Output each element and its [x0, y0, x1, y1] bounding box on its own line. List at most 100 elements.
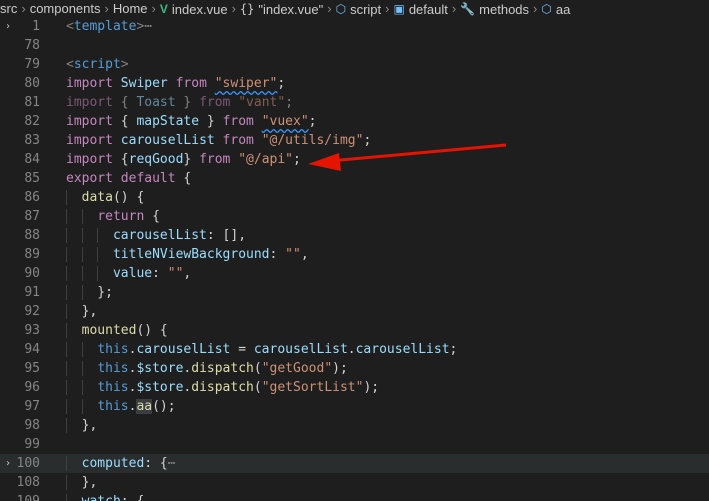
- code-line[interactable]: 89 titleNViewBackground: "",: [0, 245, 709, 264]
- line-number: 83: [24, 133, 40, 149]
- breadcrumb: src › components › Home › Vindex.vue ›{} "index.…: [0, 0, 709, 17]
- breadcrumb-separator-icon: ›: [21, 1, 26, 16]
- code-line[interactable]: 97 this.aa();: [0, 397, 709, 416]
- code-text: };: [66, 285, 709, 301]
- code-text: <script>: [66, 57, 709, 72]
- fold-chevron-icon[interactable]: ›: [0, 458, 16, 469]
- code-token: Toast: [136, 95, 176, 111]
- line-number: 78: [24, 38, 40, 54]
- code-line[interactable]: 83 import carouselList from "@/utils/img"…: [0, 131, 709, 150]
- code-line[interactable]: 78: [0, 36, 709, 55]
- code-line[interactable]: 96 this.$store.dispatch("getSortList");: [0, 378, 709, 397]
- code-line[interactable]: 92 },: [0, 302, 709, 321]
- breadcrumb-label: index.vue: [171, 2, 228, 17]
- code-line[interactable]: 95 this.$store.dispatch("getGood");: [0, 359, 709, 378]
- breadcrumb-separator-icon: ›: [533, 1, 538, 16]
- code-token: ;: [277, 76, 286, 92]
- line-number: 82: [24, 114, 40, 130]
- code-token: }: [183, 152, 200, 168]
- line-number: 80: [24, 76, 40, 92]
- breadcrumb-separator-icon: ›: [451, 1, 457, 16]
- breadcrumb-item[interactable]: ⬡ script: [336, 1, 382, 17]
- code-token: },: [66, 475, 98, 491]
- indent-guide: [66, 342, 67, 358]
- code-token: () {: [112, 190, 145, 206]
- code-token: "@/utils/img": [261, 133, 364, 149]
- code-token: "vant": [238, 95, 286, 111]
- code-token: {: [112, 152, 129, 168]
- code-line[interactable]: 84 import {reqGood} from "@/api";: [0, 150, 709, 169]
- code-line[interactable]: 87 return {: [0, 207, 709, 226]
- line-number: 96: [24, 380, 40, 396]
- code-token: this: [97, 380, 129, 396]
- code-token: aa: [136, 399, 153, 415]
- breadcrumb-item[interactable]: 🔧 methods: [460, 1, 529, 17]
- indent-guide: [81, 380, 83, 396]
- breadcrumb-item[interactable]: components: [30, 0, 101, 17]
- indent-guide: [66, 266, 67, 282]
- code-text: <template>⋯: [66, 19, 709, 34]
- code-token: watch: [82, 494, 121, 501]
- line-number: 98: [24, 418, 40, 434]
- breadcrumb-label: default: [408, 2, 448, 17]
- code-editor[interactable]: › 1 <template>⋯ 78 79 <script> 80 import Swiper…: [0, 17, 709, 501]
- fold-chevron-icon[interactable]: ⌄: [0, 496, 16, 501]
- code-token: "getGood": [261, 361, 333, 377]
- breadcrumb-item[interactable]: Home: [113, 0, 148, 17]
- code-line[interactable]: 91 };: [0, 283, 709, 302]
- code-line[interactable]: 79 <script>: [0, 55, 709, 74]
- code-text: this.$store.dispatch("getSortList");: [66, 380, 709, 396]
- code-line[interactable]: 94 this.carouselList = carouselList.caro…: [0, 340, 709, 359]
- code-line[interactable]: 81 import { Toast } from "vant";: [0, 93, 709, 112]
- indent-guide: [66, 418, 67, 434]
- code-line[interactable]: 108 },: [0, 473, 709, 492]
- breadcrumb-item[interactable]: ▣ default: [393, 1, 447, 17]
- module-icon: ▣: [393, 2, 405, 16]
- code-line[interactable]: 85 export default {: [0, 169, 709, 188]
- indent-guide: [66, 209, 67, 225]
- code-text: carouselList: [],: [66, 228, 709, 244]
- breadcrumb-item[interactable]: src: [0, 0, 17, 17]
- code-text: this.carouselList = carouselList.carouse…: [66, 342, 709, 358]
- code-token: carouselList: [120, 133, 215, 149]
- indent-guide: [66, 285, 67, 301]
- line-number: 100: [16, 456, 40, 472]
- code-line[interactable]: 88 carouselList: [],: [0, 226, 709, 245]
- code-token: ;: [285, 95, 294, 111]
- code-token: carouselList: [355, 342, 450, 358]
- code-line[interactable]: 98 },: [0, 416, 709, 435]
- breadcrumb-separator-icon: ›: [385, 1, 390, 16]
- code-line[interactable]: 80 import Swiper from "swiper";: [0, 74, 709, 93]
- indent-guide: [66, 190, 67, 206]
- breadcrumb-item[interactable]: {} "index.vue": [240, 1, 323, 17]
- code-line[interactable]: ⌄109 watch: {: [0, 492, 709, 501]
- line-number: 85: [24, 171, 40, 187]
- breadcrumb-item[interactable]: ⬡ aa: [541, 1, 570, 17]
- code-token: "vuex": [261, 114, 309, 130]
- fold-chevron-icon[interactable]: ›: [0, 21, 16, 32]
- code-token: carouselList: [253, 342, 348, 358]
- code-line[interactable]: › 100 computed: {⋯: [0, 454, 709, 474]
- code-token: :: [269, 247, 286, 263]
- line-number: 87: [24, 209, 40, 225]
- code-token: >: [120, 57, 129, 73]
- code-text: computed: {⋯: [66, 456, 709, 472]
- code-line[interactable]: 82 import { mapState } from "vuex";: [0, 112, 709, 131]
- code-text: return {: [66, 209, 709, 225]
- indent-guide: [66, 494, 67, 501]
- code-token: from: [199, 152, 231, 168]
- line-number: 90: [24, 266, 40, 282]
- code-line[interactable]: 86 data() {: [0, 188, 709, 207]
- breadcrumb-separator-icon: ›: [231, 1, 236, 16]
- code-line[interactable]: 90 value: "",: [0, 264, 709, 283]
- code-token: from: [222, 114, 254, 130]
- code-line[interactable]: › 1 <template>⋯: [0, 17, 709, 36]
- code-token: "getSortList": [261, 380, 364, 396]
- indent-guide: [81, 399, 83, 415]
- breadcrumb-item[interactable]: Vindex.vue: [160, 1, 228, 17]
- code-token: this: [97, 399, 129, 415]
- code-token: import: [66, 133, 113, 149]
- code-line[interactable]: 99: [0, 435, 709, 454]
- code-line[interactable]: 93 mounted() {: [0, 321, 709, 340]
